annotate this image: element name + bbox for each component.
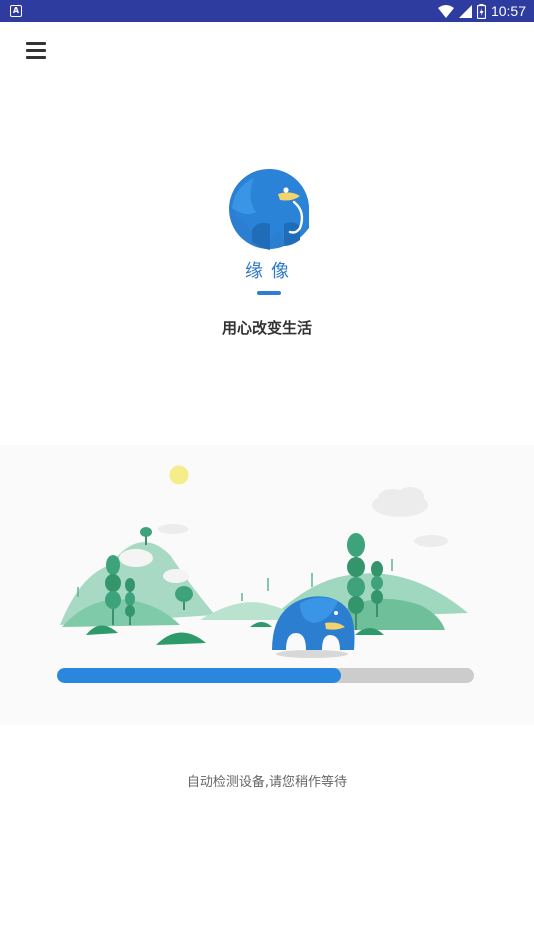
loading-progress-bar [57,668,474,683]
brand-name: 缘像 [245,261,297,282]
menu-line [26,42,46,45]
battery-icon [476,3,486,19]
status-time: 10:57 [490,3,526,19]
cell-signal-icon [458,4,472,18]
detecting-device-message: 自动检测设备,请您稍作等待 [186,775,348,790]
hamburger-menu-icon[interactable] [26,42,46,60]
sun-icon [169,465,189,485]
landscape-illustration [60,465,468,658]
wifi-icon [437,4,454,18]
status-bar: A 10:57 [0,0,534,22]
bush [86,625,118,635]
bush [250,622,272,627]
cloud-icon [414,535,448,547]
cloud-icon [158,524,188,534]
loading-progress-fill [57,668,341,683]
menu-line [26,56,46,59]
slogan: 用心改变生活 [221,319,312,337]
menu-line [26,49,46,52]
elephant-mascot-icon [272,596,355,658]
notification-a-icon: A [10,5,22,17]
status-bar-right: 10:57 [437,0,526,22]
bush [156,632,206,645]
brand-underline [257,291,281,295]
elephant-logo-icon [229,169,309,250]
cloud-icon [372,487,428,517]
